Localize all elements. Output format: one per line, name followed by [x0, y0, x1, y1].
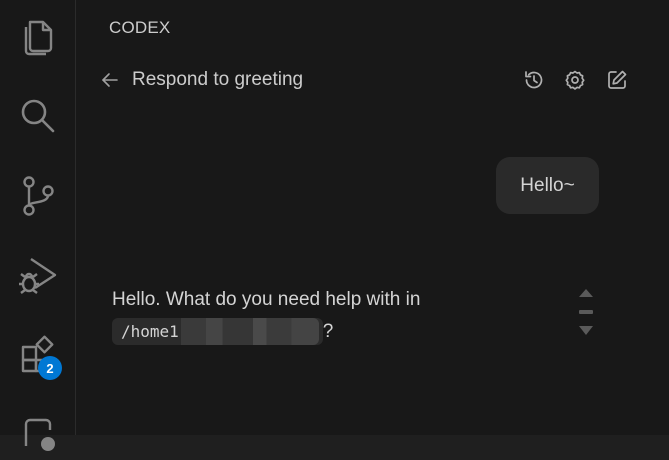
user-message-bubble: Hello~: [496, 157, 599, 214]
extensions-badge: 2: [38, 356, 62, 380]
inline-code-path: /home1: [112, 318, 323, 346]
assistant-message-text: Hello. What do you need help with in: [112, 289, 421, 310]
code-path-text: /home1: [121, 322, 179, 342]
codex-button[interactable]: [0, 404, 75, 460]
conversation-header: Respond to greeting: [76, 60, 669, 100]
run-debug-button[interactable]: [0, 248, 75, 304]
codex-icon: [24, 418, 55, 451]
explorer-button[interactable]: [0, 8, 75, 64]
new-chat-icon[interactable]: [606, 69, 628, 91]
source-control-button[interactable]: [0, 168, 75, 224]
codex-panel: CODEX Respond to greeting Hello~ Hello. …: [76, 0, 669, 435]
search-icon: [21, 99, 54, 133]
redacted-path-segment: [180, 318, 319, 346]
user-message-text: Hello~: [520, 174, 575, 196]
scroll-up-icon: [579, 289, 593, 297]
files-icon: [24, 20, 52, 56]
assistant-message-suffix: ?: [322, 321, 334, 342]
scroll-down-icon: [579, 326, 593, 335]
settings-icon[interactable]: [564, 69, 586, 91]
assistant-message: Hello. What do you need help with in /ho…: [112, 284, 532, 348]
scroll-controls[interactable]: [576, 287, 596, 339]
back-arrow-icon[interactable]: [100, 70, 120, 90]
activity-bar: 2: [0, 0, 76, 451]
extensions-button[interactable]: [0, 326, 75, 382]
run-debug-icon: [18, 258, 56, 294]
conversation-title: Respond to greeting: [132, 69, 304, 90]
history-icon[interactable]: [523, 69, 545, 91]
source-control-icon: [22, 176, 54, 216]
search-button[interactable]: [0, 88, 75, 144]
scroll-thumb: [579, 310, 593, 314]
panel-title: CODEX: [109, 18, 171, 37]
